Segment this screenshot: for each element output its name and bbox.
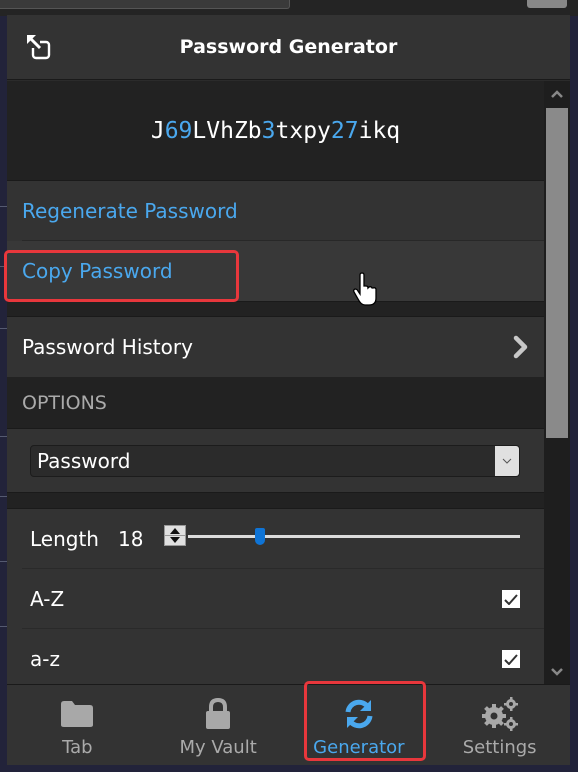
browser-background-top bbox=[0, 0, 578, 16]
folder-icon bbox=[61, 701, 94, 727]
gears-icon bbox=[481, 697, 518, 731]
increment-button[interactable] bbox=[165, 526, 185, 535]
uppercase-checkbox[interactable] bbox=[502, 590, 520, 608]
divider bbox=[0, 561, 7, 562]
password-history-label: Password History bbox=[22, 335, 193, 359]
type-select-row: Password bbox=[7, 429, 544, 493]
divider bbox=[0, 496, 7, 497]
browser-extension-button bbox=[527, 0, 567, 8]
tab-label: Settings bbox=[462, 737, 537, 758]
options-section-header: OPTIONS bbox=[7, 377, 544, 429]
page-background-left bbox=[0, 16, 7, 772]
tab-generator[interactable]: Generator bbox=[289, 685, 430, 765]
regenerate-password-button[interactable]: Regenerate Password bbox=[7, 181, 544, 241]
arrow-down-icon bbox=[170, 537, 180, 543]
chevron-down-icon bbox=[495, 446, 519, 476]
checkmark-icon bbox=[504, 653, 518, 665]
password-digits: 27 bbox=[330, 117, 359, 144]
refresh-icon bbox=[345, 699, 373, 729]
page-background-bottom bbox=[0, 765, 578, 772]
copy-password-label: Copy Password bbox=[22, 259, 173, 283]
type-select-value: Password bbox=[37, 449, 131, 473]
lowercase-label: a-z bbox=[30, 647, 60, 671]
password-letters: J bbox=[150, 117, 165, 144]
password-digits: 3 bbox=[261, 117, 276, 144]
checkmark-icon bbox=[504, 593, 518, 605]
bottom-tab-bar: Tab My Vault Generator Settings bbox=[7, 684, 570, 765]
length-slider-thumb[interactable] bbox=[255, 528, 266, 545]
password-history-button[interactable]: Password History bbox=[7, 317, 544, 377]
chevron-up-icon bbox=[551, 90, 563, 98]
page-background-right bbox=[570, 16, 578, 772]
lock-icon bbox=[206, 698, 231, 729]
length-option-row: Length 18 bbox=[7, 509, 544, 569]
lowercase-option-row: a-z bbox=[7, 629, 544, 685]
scroll-up-button[interactable] bbox=[544, 81, 570, 107]
divider bbox=[0, 626, 7, 627]
uppercase-label: A-Z bbox=[30, 587, 65, 611]
copy-password-button[interactable]: Copy Password bbox=[7, 241, 544, 301]
tab-my-vault[interactable]: My Vault bbox=[148, 685, 289, 765]
tab-tab[interactable]: Tab bbox=[7, 685, 148, 765]
section-gap bbox=[7, 301, 544, 317]
password-digits: 69 bbox=[164, 117, 193, 144]
decrement-button[interactable] bbox=[165, 535, 185, 544]
regenerate-password-label: Regenerate Password bbox=[22, 199, 238, 223]
divider bbox=[0, 266, 7, 267]
browser-address-bar bbox=[0, 0, 290, 9]
length-slider[interactable] bbox=[188, 528, 520, 545]
scroll-down-button[interactable] bbox=[544, 659, 570, 685]
scrollbar-thumb[interactable] bbox=[546, 108, 568, 438]
divider bbox=[0, 328, 7, 329]
password-letters: txpy bbox=[275, 117, 331, 144]
uppercase-option-row: A-Z bbox=[7, 569, 544, 629]
password-generator-popup: Password Generator J 69 LVhZb 3 txpy 27 ikq Re… bbox=[7, 15, 570, 765]
tab-label: My Vault bbox=[179, 737, 257, 758]
divider bbox=[0, 206, 7, 207]
divider bbox=[0, 436, 7, 437]
lowercase-checkbox[interactable] bbox=[502, 650, 520, 668]
scrollbar[interactable] bbox=[544, 81, 570, 685]
password-letters: LVhZb bbox=[192, 117, 262, 144]
tab-label: Generator bbox=[313, 737, 405, 758]
page-title: Password Generator bbox=[179, 36, 398, 58]
chevron-right-icon bbox=[513, 335, 528, 359]
tab-settings[interactable]: Settings bbox=[429, 685, 570, 765]
length-stepper[interactable] bbox=[164, 525, 186, 546]
chevron-down-icon bbox=[551, 668, 563, 676]
popout-icon bbox=[27, 35, 51, 60]
type-select[interactable]: Password bbox=[30, 445, 520, 477]
header: Password Generator bbox=[7, 15, 570, 80]
section-gap bbox=[7, 493, 544, 509]
length-label: Length bbox=[30, 527, 99, 551]
tab-label: Tab bbox=[62, 737, 93, 758]
length-value: 18 bbox=[118, 527, 144, 551]
generated-password: J 69 LVhZb 3 txpy 27 ikq bbox=[7, 81, 544, 181]
popout-button[interactable] bbox=[25, 33, 53, 61]
arrow-up-icon bbox=[170, 527, 180, 534]
password-letters: ikq bbox=[358, 117, 401, 144]
generator-content: J 69 LVhZb 3 txpy 27 ikq Regenerate Password C… bbox=[7, 81, 544, 685]
